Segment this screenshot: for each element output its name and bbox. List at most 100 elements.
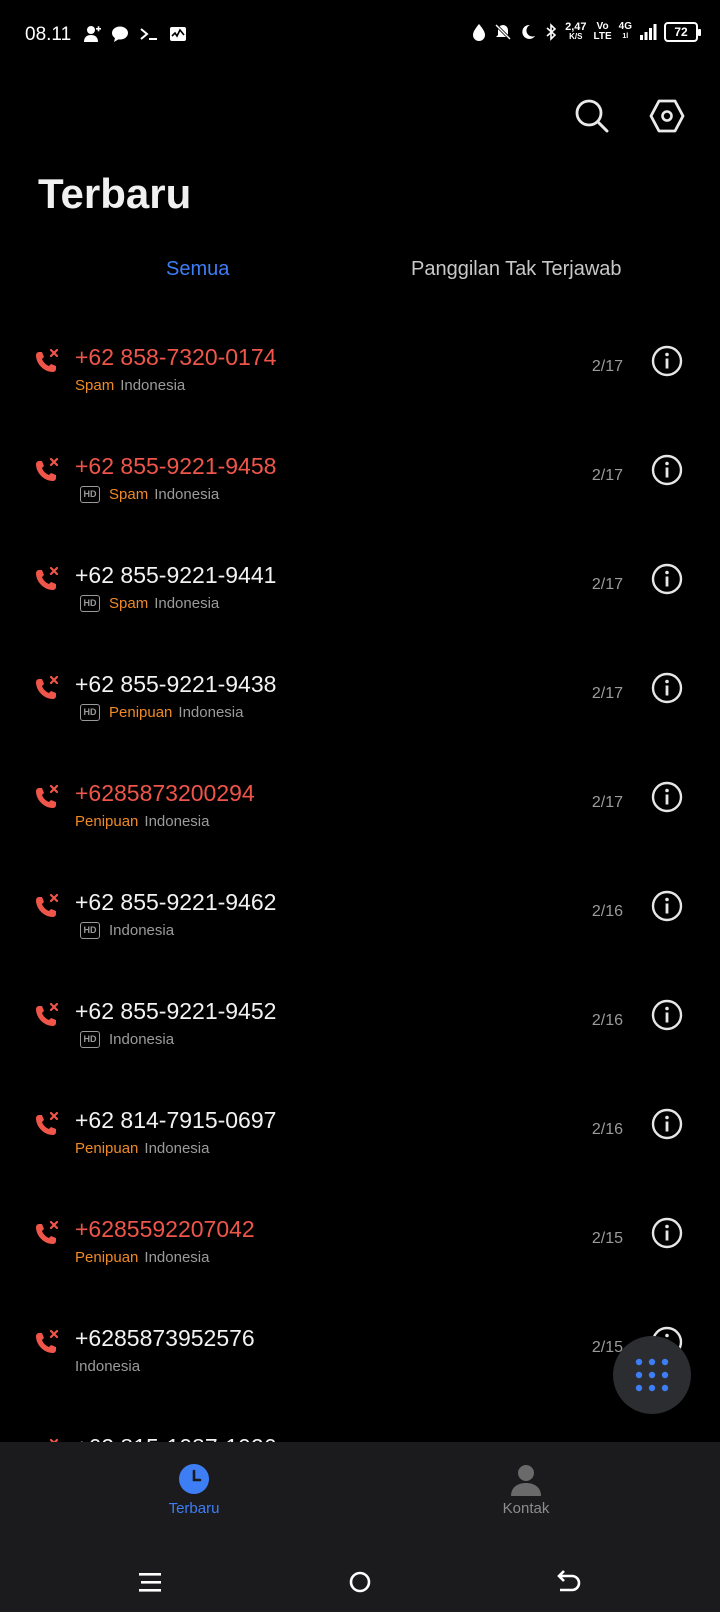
call-details: HD Spam Indonesia [75, 595, 219, 612]
call-details: Penipuan Indonesia [75, 813, 209, 830]
call-date: 2/17 [591, 467, 623, 484]
call-details: Indonesia [75, 1358, 140, 1375]
tab-bar: Semua Panggilan Tak Terjawab [0, 258, 720, 288]
nav-recent-label: Terbaru [168, 1500, 220, 1517]
status-bar: 08.11 2,47 K/S Vo LTE 4G 1l 72 [0, 0, 720, 72]
call-location: Indonesia [154, 595, 220, 612]
info-icon[interactable] [651, 454, 683, 486]
phone-number: +6285592207042 [75, 1216, 255, 1242]
network-type: 4G 1l [619, 22, 632, 42]
nav-recent[interactable]: Terbaru [134, 1462, 254, 1517]
nav-contacts[interactable]: Kontak [466, 1462, 586, 1517]
network-speed: 2,47 K/S [565, 22, 586, 42]
info-icon[interactable] [651, 563, 683, 595]
call-log-row[interactable]: +62 815-1087-1026 [0, 1408, 720, 1442]
call-log-row[interactable]: +62 858-7320-0174 Spam Indonesia 2/17 [0, 318, 720, 427]
call-log-row[interactable]: +62 855-9221-9462 HD Indonesia 2/16 [0, 863, 720, 972]
call-location: Indonesia [144, 813, 210, 830]
search-icon[interactable] [572, 96, 612, 136]
clock-icon [179, 1464, 209, 1494]
call-details: HD Penipuan Indonesia [75, 704, 243, 721]
phone-number: +62 855-9221-9441 [75, 562, 277, 588]
missed-call-icon [36, 566, 59, 590]
missed-call-icon [36, 1220, 59, 1244]
data-saver-icon [473, 24, 486, 41]
call-location: Indonesia [178, 704, 244, 721]
call-date: 2/16 [591, 903, 623, 920]
dialpad-icon [635, 1358, 669, 1392]
back-icon[interactable] [550, 1564, 586, 1600]
call-tag: Penipuan [75, 813, 139, 830]
hd-badge: HD [80, 1031, 100, 1048]
call-details: HD Spam Indonesia [75, 486, 219, 503]
call-log-row[interactable]: +62 855-9221-9458 HD Spam Indonesia 2/17 [0, 427, 720, 536]
info-icon[interactable] [651, 672, 683, 704]
call-location: Indonesia [75, 1358, 141, 1375]
call-log-row[interactable]: +6285873200294 Penipuan Indonesia 2/17 [0, 754, 720, 863]
missed-call-icon [36, 784, 59, 808]
call-date: 2/17 [591, 685, 623, 702]
missed-call-icon [36, 457, 59, 481]
info-icon[interactable] [651, 345, 683, 377]
missed-call-icon [36, 675, 59, 699]
phone-number: +6285873952576 [75, 1325, 255, 1351]
call-details: Penipuan Indonesia [75, 1140, 209, 1157]
home-icon[interactable] [342, 1564, 378, 1600]
nav-contacts-label: Kontak [502, 1500, 550, 1517]
call-tag: Spam [75, 377, 115, 394]
call-date: 2/16 [591, 1012, 623, 1029]
call-details: Penipuan Indonesia [75, 1249, 209, 1266]
call-log-row[interactable]: +62 855-9221-9441 HD Spam Indonesia 2/17 [0, 536, 720, 645]
hd-badge: HD [80, 595, 100, 612]
call-date: 2/17 [591, 358, 623, 375]
call-date: 2/17 [591, 794, 623, 811]
missed-call-icon [36, 1111, 59, 1135]
call-date: 2/16 [591, 1121, 623, 1138]
call-location: Indonesia [154, 486, 220, 503]
call-location: Indonesia [144, 1140, 210, 1157]
call-log-row[interactable]: +62 814-7915-0697 Penipuan Indonesia 2/16 [0, 1081, 720, 1190]
call-tag: Spam [109, 486, 149, 503]
phone-number: +62 855-9221-9452 [75, 998, 277, 1024]
chat-notification-icon [112, 26, 128, 42]
missed-call-icon [36, 1002, 59, 1026]
battery-indicator: 72 [664, 22, 701, 42]
tab-all[interactable]: Semua [166, 258, 229, 281]
info-icon[interactable] [651, 890, 683, 922]
call-tag: Spam [109, 595, 149, 612]
bell-off-icon [495, 23, 512, 41]
phone-number: +62 855-9221-9458 [75, 453, 277, 479]
phone-number: +62 855-9221-9438 [75, 671, 277, 697]
call-log-row[interactable]: +62 855-9221-9438 HD Penipuan Indonesia 2/17 [0, 645, 720, 754]
call-details: HD Indonesia [75, 1031, 174, 1048]
phone-number: +62 855-9221-9462 [75, 889, 277, 915]
bottom-navigation: Terbaru Kontak [0, 1442, 720, 1550]
missed-call-icon [36, 348, 59, 372]
missed-call-icon [36, 893, 59, 917]
info-icon[interactable] [651, 781, 683, 813]
call-details: HD Indonesia [75, 922, 174, 939]
phone-number: +62 814-7915-0697 [75, 1107, 277, 1133]
call-date: 2/17 [591, 576, 623, 593]
call-log-row[interactable]: +6285592207042 Penipuan Indonesia 2/15 [0, 1190, 720, 1299]
hd-badge: HD [80, 486, 100, 503]
speed-value: 2,47 [565, 21, 587, 33]
call-log-row[interactable]: +62 855-9221-9452 HD Indonesia 2/16 [0, 972, 720, 1081]
settings-icon[interactable] [647, 96, 687, 136]
system-navigation-bar [0, 1550, 720, 1612]
activity-notification-icon [170, 27, 186, 41]
hd-badge: HD [80, 922, 100, 939]
menu-icon[interactable] [133, 1564, 169, 1600]
call-tag: Penipuan [109, 704, 173, 721]
call-details: Spam Indonesia [75, 377, 185, 394]
dialpad-button[interactable] [613, 1336, 691, 1414]
volte-bottom: LTE [593, 31, 612, 42]
info-icon[interactable] [651, 1108, 683, 1140]
call-location: Indonesia [109, 1031, 175, 1048]
info-icon[interactable] [651, 999, 683, 1031]
hd-badge: HD [80, 704, 100, 721]
info-icon[interactable] [651, 1217, 683, 1249]
tab-missed-calls[interactable]: Panggilan Tak Terjawab [411, 258, 622, 281]
call-location: Indonesia [109, 922, 175, 939]
call-log-row[interactable]: +6285873952576 Indonesia 2/15 [0, 1299, 720, 1408]
